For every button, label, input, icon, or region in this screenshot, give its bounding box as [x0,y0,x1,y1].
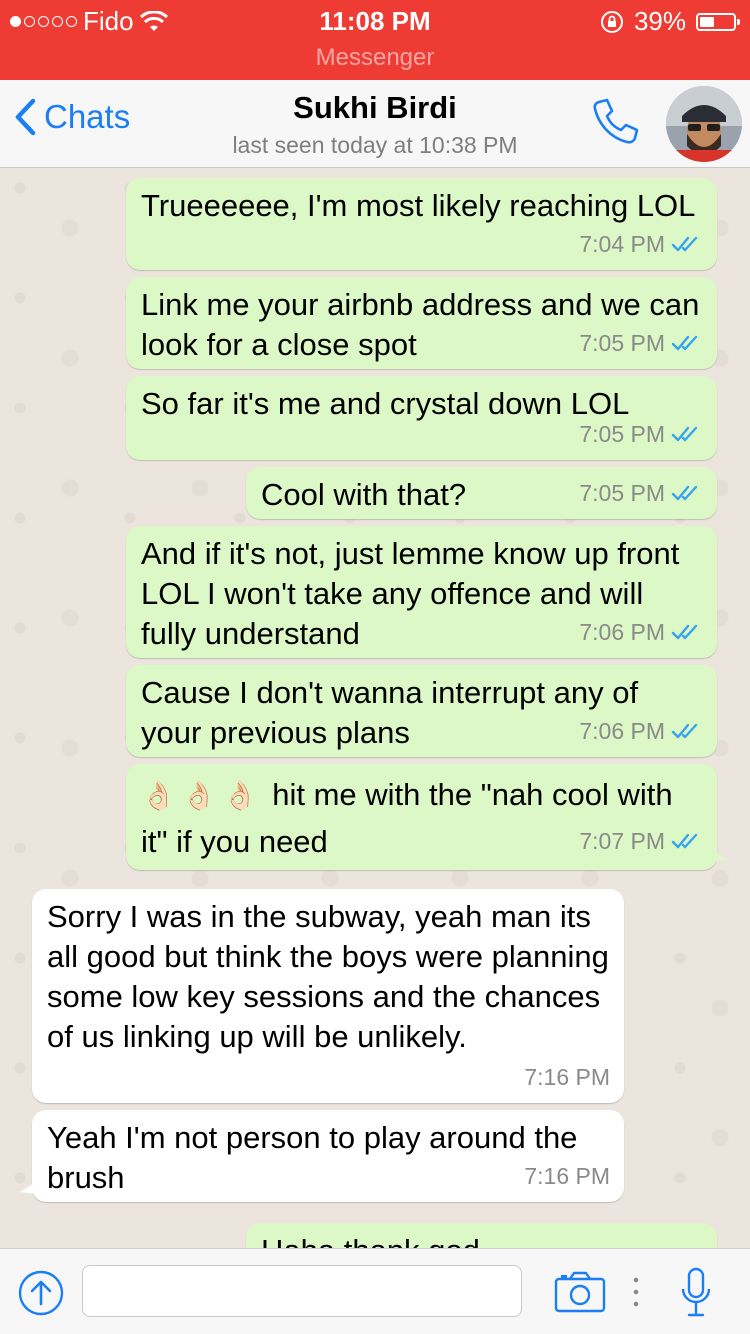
message-time: 7:05 PM [579,330,665,356]
message-outgoing[interactable]: Trueeeeee, I'm most likely reaching LOL … [126,178,717,270]
camera-icon[interactable] [554,1271,606,1313]
contact-photo [666,86,742,162]
message-time: 7:07 PM [579,828,665,854]
message-time: 7:06 PM [579,718,665,744]
double-check-icon [671,335,698,351]
double-check-icon [671,426,698,442]
double-check-icon [671,485,698,501]
avatar[interactable] [666,86,742,162]
double-check-icon [671,833,698,849]
battery-percentage: 39% [633,6,686,36]
status-bar: Fido 11:08 PM 39% Messenger [0,0,750,80]
message-outgoing[interactable]: Link me your airbnb address and we can l… [126,277,717,369]
message-input[interactable] [82,1265,522,1317]
message-incoming[interactable]: Sorry I was in the subway, yeah man its … [32,889,624,1103]
phone-icon[interactable] [590,96,640,146]
message-meta: 7:05 PM [579,323,703,363]
chat-header: Chats Sukhi Birdi last seen today at 10:… [0,80,750,168]
microphone-icon[interactable] [679,1267,713,1319]
message-composer [0,1248,750,1334]
message-list[interactable]: Trueeeeee, I'm most likely reaching LOL … [0,168,750,1248]
message-meta: 7:16 PM [524,1156,610,1196]
message-text: Yeah I'm not person to play around the b… [47,1120,578,1195]
message-time: 7:16 PM [524,1163,610,1189]
message-text: Cause I don't wanna interrupt any of you… [141,675,639,750]
message-meta: 7:16 PM [524,1057,610,1097]
message-text: Haha thank god [261,1233,480,1248]
more-vertical-icon[interactable] [628,1275,644,1309]
message-time: 7:05 PM [579,480,665,506]
message-meta: 7:06 PM [579,711,703,751]
message-outgoing[interactable]: Haha thank god [246,1223,717,1248]
message-meta: 7:06 PM [579,612,703,652]
message-time: 7:05 PM [579,421,665,447]
message-outgoing[interactable]: Cause I don't wanna interrupt any of you… [126,665,717,757]
double-check-icon [671,624,698,640]
message-outgoing[interactable]: 👌🏻👌🏻👌🏻 hit me with the "nah cool with it… [126,764,727,870]
battery-icon [696,12,740,31]
rotation-lock-icon [600,10,623,33]
app-label: Messenger [315,44,435,71]
double-check-icon [671,723,698,739]
double-check-icon [671,236,698,252]
upload-icon[interactable] [17,1269,65,1317]
message-text: So far it's me and crystal down LOL [141,386,630,421]
message-outgoing[interactable]: Cool with that? 7:05 PM [246,467,717,519]
message-meta: 7:05 PM [579,473,703,513]
message-time: 7:04 PM [579,231,665,257]
message-meta: 7:05 PM [579,414,703,454]
battery-status: 39% [600,6,740,37]
ok-hand-emoji: 👌🏻👌🏻👌🏻 [141,780,264,811]
message-time: 7:16 PM [524,1064,610,1090]
message-incoming[interactable]: Yeah I'm not person to play around the b… [20,1110,624,1202]
message-text: Sorry I was in the subway, yeah man its … [47,899,609,1054]
message-outgoing[interactable]: And if it's not, just lemme know up fron… [126,526,717,658]
message-text: Cool with that? [261,477,467,512]
message-time: 7:06 PM [579,619,665,645]
message-outgoing[interactable]: So far it's me and crystal down LOL 7:05… [126,376,717,460]
message-text: Trueeeeee, I'm most likely reaching LOL [141,188,696,223]
message-meta: 7:04 PM [579,224,703,264]
message-meta: 7:07 PM [579,818,703,864]
